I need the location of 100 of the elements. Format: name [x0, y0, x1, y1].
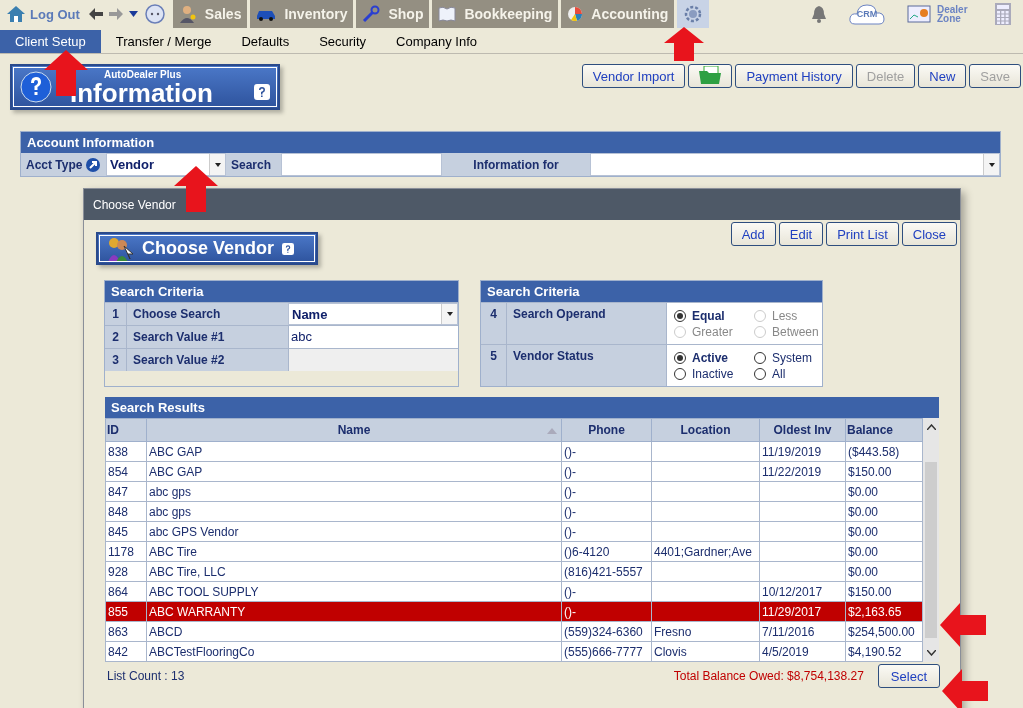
- column-header[interactable]: Oldest Inv: [759, 418, 846, 442]
- search-field[interactable]: [281, 153, 442, 176]
- search-dropdown[interactable]: Name: [288, 303, 458, 325]
- table-cell: abc gps: [146, 481, 562, 502]
- field-label: Search: [231, 157, 272, 172]
- pin-icon: [86, 157, 101, 172]
- criteria-label: Search Value #2: [132, 352, 226, 369]
- table-cell: 845: [105, 521, 147, 542]
- table-cell: 855: [105, 601, 147, 622]
- table-cell: 863: [105, 621, 147, 642]
- help-icon: [20, 71, 52, 103]
- log-out-link[interactable]: Log Out: [0, 0, 86, 28]
- table-cell: 928: [105, 561, 147, 582]
- settings-icon: [683, 4, 704, 24]
- list-count: List Count : 13: [107, 669, 185, 683]
- table-cell: ABCTestFlooringCo: [146, 641, 562, 662]
- table-cell: 842: [105, 641, 147, 662]
- panel-title: Account Information: [21, 132, 1000, 153]
- table-cell: 864: [105, 581, 147, 602]
- column-header[interactable]: Balance: [845, 418, 923, 442]
- row-number: 3: [105, 349, 127, 371]
- radio-option[interactable]: All: [754, 366, 822, 381]
- scroll-up-icon[interactable]: [926, 424, 936, 430]
- column-header[interactable]: Phone: [561, 418, 652, 442]
- table-cell: ABC GAP: [146, 441, 562, 462]
- people-icon: [106, 235, 134, 262]
- criteria-label: Vendor Status: [512, 348, 595, 365]
- table-cell: 838: [105, 441, 147, 462]
- dialog-button[interactable]: Add: [730, 222, 776, 246]
- table-cell: 1178: [105, 541, 147, 562]
- calculator-icon[interactable]: [995, 3, 1011, 25]
- banner-title: Information: [70, 77, 213, 109]
- column-header[interactable]: Location: [651, 418, 760, 442]
- criteria-label: Search Operand: [512, 306, 607, 323]
- table-cell: abc GPS Vendor: [146, 521, 562, 542]
- caret-icon: [446, 312, 453, 316]
- criteria-label: Search Value #1: [132, 329, 226, 346]
- help-icon[interactable]: [254, 84, 270, 100]
- table-cell: 848: [105, 501, 147, 522]
- sub-tab[interactable]: Defaults: [226, 30, 305, 53]
- table-cell: ABC GAP: [146, 461, 562, 482]
- wrench-icon: [362, 5, 381, 23]
- table-cell: 854: [105, 461, 147, 482]
- column-header[interactable]: ID: [105, 418, 147, 442]
- table-cell: ABC WARRANTY: [146, 601, 562, 622]
- dialog-button[interactable]: Close: [901, 222, 957, 246]
- acct-type-dropdown[interactable]: Vendor: [106, 153, 226, 176]
- scrollbar-thumb[interactable]: [925, 462, 937, 638]
- sub-tab[interactable]: Security: [304, 30, 382, 53]
- folder-icon: [699, 65, 722, 84]
- radio-option[interactable]: Active: [674, 350, 754, 365]
- annotation-arrow: [940, 603, 986, 647]
- caret-icon: [988, 162, 995, 167]
- dialog-button[interactable]: Print List: [826, 222, 899, 246]
- table-cell: ABC Tire, LLC: [146, 561, 562, 582]
- sub-tab[interactable]: Client Setup: [0, 30, 101, 53]
- scroll-down-icon[interactable]: [926, 650, 936, 656]
- panel-title: Search Criteria: [105, 281, 458, 302]
- help-icon[interactable]: [282, 242, 295, 255]
- criteria-label: Choose Search: [132, 306, 222, 323]
- annotation-arrow: [174, 166, 218, 212]
- bell-icon[interactable]: [811, 5, 827, 23]
- dashboard-icon: [907, 5, 931, 23]
- field-label: Information for: [473, 157, 559, 172]
- toolbar-button[interactable]: New: [918, 64, 967, 88]
- annotation-arrow: [664, 27, 704, 61]
- radio-option[interactable]: Equal: [674, 308, 754, 323]
- pie-chart-icon: [567, 6, 584, 22]
- radio-option[interactable]: System: [754, 350, 822, 365]
- total-balance: Total Balance Owed: $8,754,138.27: [673, 669, 864, 683]
- person-icon: [178, 5, 197, 23]
- sort-ascending-icon: [547, 428, 557, 434]
- dialog-button[interactable]: Edit: [778, 222, 824, 246]
- panel-title: Search Results: [105, 397, 939, 418]
- table-cell: ABCD: [146, 621, 562, 642]
- settings-tab[interactable]: [677, 0, 710, 28]
- table-cell: ABC Tire: [146, 541, 562, 562]
- banner-subtitle: AutoDealer Plus: [104, 69, 182, 80]
- choose-vendor-banner: Choose Vendor: [96, 232, 318, 265]
- caret-icon: [214, 162, 221, 167]
- field-label: Acct Type: [26, 157, 83, 172]
- sub-tab[interactable]: Company Info: [381, 30, 493, 53]
- select-button[interactable]: Select: [877, 664, 940, 688]
- search-value-field[interactable]: abc: [288, 326, 458, 348]
- toolbar-button[interactable]: Payment History: [735, 64, 853, 88]
- crm-cloud-icon[interactable]: CRM: [849, 3, 885, 25]
- dialog-title: Choose Vendor: [84, 189, 960, 220]
- panel-title: Search Criteria: [481, 281, 822, 302]
- sub-tab[interactable]: Transfer / Merge: [100, 30, 227, 53]
- search-value-field[interactable]: [288, 349, 458, 371]
- table-cell: 847: [105, 481, 147, 502]
- book-icon: [438, 6, 457, 22]
- annotation-arrow: [942, 669, 988, 708]
- toolbar-button[interactable]: Vendor Import: [581, 64, 686, 88]
- radio-option[interactable]: Inactive: [674, 366, 754, 381]
- row-number: 5: [481, 345, 507, 386]
- folder-button[interactable]: [688, 64, 733, 88]
- table-cell: abc gps: [146, 501, 562, 522]
- home-icon: [6, 5, 26, 23]
- column-header[interactable]: Name: [146, 418, 562, 442]
